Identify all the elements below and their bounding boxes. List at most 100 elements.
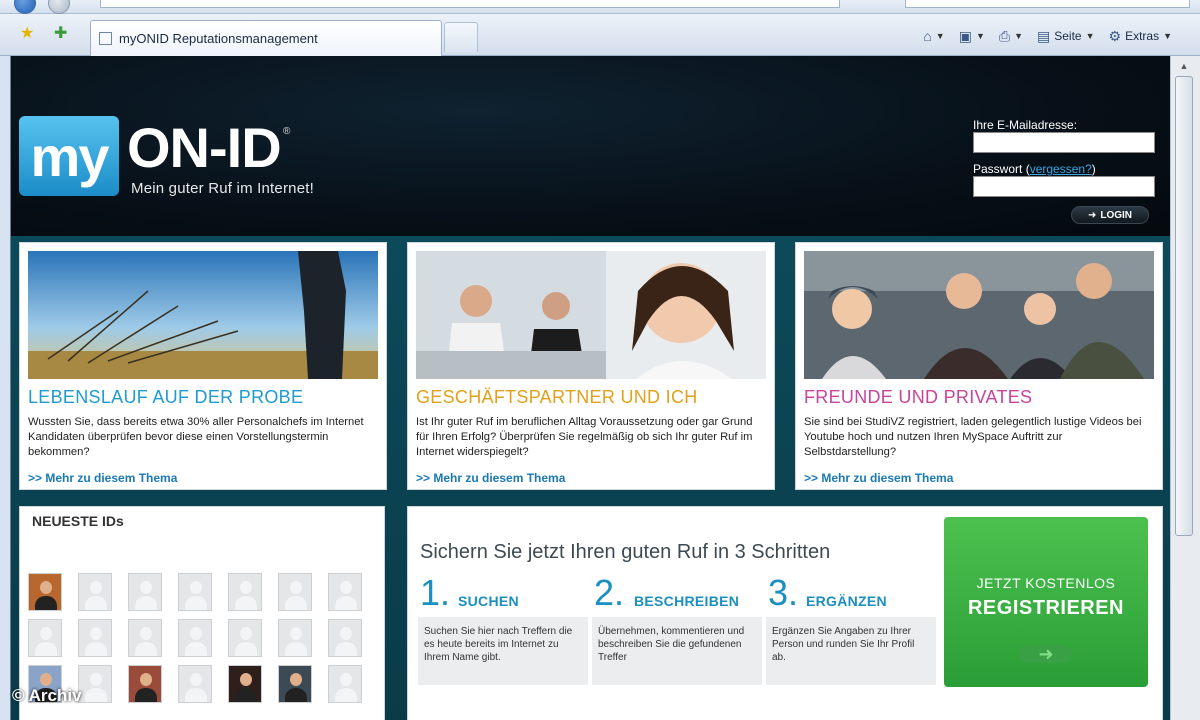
logo-registered-mark: ®: [283, 126, 291, 137]
id-avatar[interactable]: [328, 619, 362, 657]
step-text: Suchen Sie hier nach Treffern die es heu…: [418, 617, 588, 685]
step-number: 2.: [594, 572, 625, 613]
print-command[interactable]: ⎙ ▼: [999, 28, 1023, 45]
id-avatar[interactable]: [228, 665, 262, 703]
id-avatar[interactable]: [278, 619, 312, 657]
id-avatar[interactable]: [278, 573, 312, 611]
register-cta-button[interactable]: JETZT KOSTENLOS REGISTRIEREN ➜: [944, 517, 1148, 687]
logo-word: ON-ID: [127, 116, 282, 179]
id-avatar[interactable]: [278, 665, 312, 703]
new-tab-button[interactable]: [444, 22, 478, 52]
id-avatar[interactable]: [228, 573, 262, 611]
card-title: FREUNDE UND PRIVATES: [804, 387, 1033, 407]
scroll-up-icon[interactable]: ▲: [1175, 58, 1193, 74]
id-avatar[interactable]: [178, 665, 212, 703]
back-button[interactable]: [14, 0, 36, 14]
register-title: Sichern Sie jetzt Ihren guten Ruf in 3 S…: [420, 541, 831, 563]
tab-title: myONID Reputationsmanagement: [119, 31, 318, 46]
arrow-right-icon: ➜: [1020, 645, 1072, 663]
add-favorite-icon[interactable]: ✚: [54, 26, 67, 42]
favorites-star-icon[interactable]: ★: [20, 26, 34, 42]
page-menu[interactable]: ▤ Seite ▼: [1037, 28, 1095, 45]
chevron-down-icon: ▼: [1014, 31, 1023, 41]
step-name: ERGÄNZEN: [806, 593, 887, 609]
email-label: Ihre E-Mailadresse:: [973, 118, 1078, 132]
command-bar: ⌂ ▼ ▣ ▼ ⎙ ▼ ▤ Seite ▼ ⚙ Extras ▼: [923, 26, 1172, 46]
feeds-command[interactable]: ▣ ▼: [959, 28, 985, 45]
tools-icon: ⚙: [1108, 27, 1122, 44]
logo-my[interactable]: my: [19, 116, 119, 196]
step-number: 3.: [768, 572, 799, 613]
id-avatar[interactable]: [178, 619, 212, 657]
id-avatar[interactable]: [128, 665, 162, 703]
page-icon: ▤: [1036, 27, 1051, 44]
card-photo-business: [416, 251, 766, 379]
password-field[interactable]: [973, 176, 1155, 197]
id-avatar[interactable]: [228, 619, 262, 657]
more-link[interactable]: >> Mehr zu diesem Thema: [416, 471, 565, 485]
id-avatar[interactable]: [78, 665, 112, 703]
id-avatar[interactable]: [328, 573, 362, 611]
password-label-row: Passwort (vergessen?): [973, 162, 1096, 176]
card-text: Ist Ihr guter Ruf im beruflichen Alltag …: [416, 416, 753, 458]
card-photo-field: [28, 251, 378, 379]
tab-myonid[interactable]: myONID Reputationsmanagement: [90, 20, 442, 56]
email-field[interactable]: [973, 132, 1155, 153]
tagline: Mein guter Ruf im Internet!: [131, 180, 314, 197]
feeds-icon: ▣: [958, 27, 972, 44]
page-viewport: my ON-ID ® Mein guter Ruf im Internet! I…: [10, 56, 1170, 720]
login-button[interactable]: ➜ LOGIN: [1071, 206, 1149, 224]
vertical-scrollbar[interactable]: ▲: [1170, 56, 1200, 720]
forgot-password-link[interactable]: vergessen?: [1030, 162, 1092, 176]
cta-line2: REGISTRIEREN: [967, 597, 1125, 619]
chevron-down-icon: ▼: [975, 31, 985, 41]
card-geschaeftspartner: GESCHÄFTSPARTNER UND ICH Ist Ihr guter R…: [407, 242, 775, 490]
step-number: 1.: [420, 572, 451, 613]
chevron-down-icon: ▼: [1163, 31, 1172, 41]
id-avatar[interactable]: [178, 573, 212, 611]
id-avatar[interactable]: [328, 665, 362, 703]
login-button-label: LOGIN: [1100, 209, 1133, 221]
copyright-watermark: © Archiv: [12, 686, 82, 705]
card-photo-friends: [804, 251, 1154, 379]
chevron-down-icon: ▼: [935, 31, 945, 41]
card-lebenslauf: LEBENSLAUF AUF DER PROBE Wussten Sie, da…: [19, 242, 387, 490]
id-avatar[interactable]: [28, 573, 62, 611]
forward-button[interactable]: [48, 0, 70, 14]
search-input[interactable]: [905, 0, 1190, 8]
register-panel: Sichern Sie jetzt Ihren guten Ruf in 3 S…: [407, 506, 1163, 720]
tools-menu[interactable]: ⚙ Extras ▼: [1109, 28, 1173, 45]
card-text: Wussten Sie, dass bereits etwa 30% aller…: [28, 416, 364, 458]
id-avatar[interactable]: [128, 573, 162, 611]
password-label: Passwort: [973, 162, 1023, 176]
card-title: LEBENSLAUF AUF DER PROBE: [28, 387, 304, 407]
browser-address-bar-area: [0, 0, 1200, 14]
id-avatar[interactable]: [78, 573, 112, 611]
arrow-right-icon: ➜: [1087, 209, 1097, 221]
card-title: GESCHÄFTSPARTNER UND ICH: [416, 387, 698, 407]
newest-ids-title: NEUESTE IDs: [32, 513, 124, 529]
cta-line1: JETZT KOSTENLOS: [976, 575, 1116, 591]
address-input[interactable]: [100, 0, 840, 8]
tools-menu-label: Extras: [1125, 29, 1160, 43]
page-menu-label: Seite: [1054, 29, 1082, 43]
page-favicon-icon: [99, 32, 112, 45]
scroll-thumb[interactable]: [1175, 76, 1193, 536]
card-text: Sie sind bei StudiVZ registriert, laden …: [804, 416, 1142, 458]
more-link[interactable]: >> Mehr zu diesem Thema: [28, 471, 177, 485]
tab-bar: ★ ✚ myONID Reputationsmanagement ⌂ ▼ ▣ ▼ ⎙…: [0, 14, 1200, 56]
id-avatar[interactable]: [78, 619, 112, 657]
step-name: BESCHREIBEN: [634, 593, 740, 609]
print-icon: ⎙: [998, 27, 1011, 44]
id-avatar[interactable]: [128, 619, 162, 657]
card-freunde: FREUNDE UND PRIVATES Sie sind bei StudiV…: [795, 242, 1163, 490]
chevron-down-icon: ▼: [1085, 31, 1095, 41]
step-text: Übernehmen, kommentieren und beschreiben…: [592, 617, 762, 685]
step-text: Ergänzen Sie Angaben zu Ihrer Person und…: [766, 617, 936, 685]
home-icon: ⌂: [923, 28, 932, 44]
id-avatar[interactable]: [28, 619, 62, 657]
step-name: SUCHEN: [458, 593, 519, 609]
more-link[interactable]: >> Mehr zu diesem Thema: [804, 471, 953, 485]
site-header: my ON-ID ® Mein guter Ruf im Internet! I…: [11, 56, 1170, 236]
home-command[interactable]: ⌂ ▼: [923, 28, 944, 44]
